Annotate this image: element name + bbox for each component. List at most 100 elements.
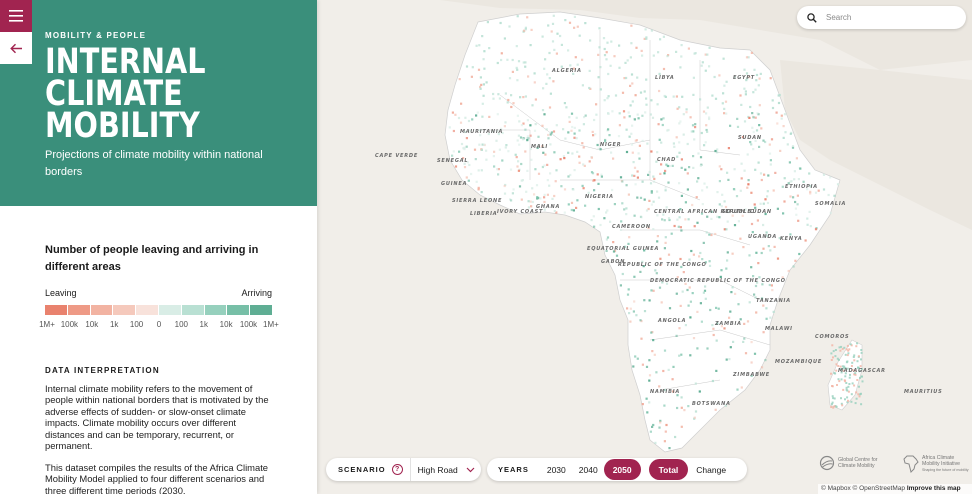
mobility-pixel	[771, 106, 775, 110]
year-2040-button[interactable]: 2040	[573, 459, 604, 480]
mobility-pixel	[454, 113, 457, 116]
mobility-pixel	[657, 51, 660, 54]
help-icon[interactable]: ?	[391, 464, 403, 475]
mobility-pixel	[645, 37, 648, 40]
search-input[interactable]	[826, 13, 956, 22]
mobility-pixel	[762, 304, 765, 307]
total-toggle-button[interactable]: Total	[648, 459, 689, 480]
mobility-pixel	[534, 123, 537, 126]
mobility-pixel	[762, 247, 765, 250]
year-2030-button[interactable]: 2030	[541, 459, 572, 480]
mobility-pixel	[670, 232, 673, 235]
map-label-malawi: MALAWI	[765, 326, 793, 332]
mobility-pixel	[833, 372, 836, 375]
mobility-pixel	[564, 19, 567, 22]
mobility-pixel	[680, 229, 683, 232]
mobility-pixel	[509, 168, 513, 171]
mobility-pixel	[743, 337, 746, 340]
mobility-pixel	[722, 92, 725, 95]
hamburger-icon	[9, 10, 23, 22]
mobility-pixel	[799, 167, 802, 170]
mobility-pixel	[659, 172, 662, 175]
mobility-pixel	[705, 112, 708, 115]
mobility-pixel	[660, 301, 663, 304]
mobility-pixel	[546, 193, 549, 196]
mobility-pixel	[695, 196, 698, 199]
mobility-pixel	[822, 173, 826, 176]
year-2050-button[interactable]: 2050	[603, 459, 641, 480]
mobility-pixel	[710, 217, 713, 220]
mobility-pixel	[725, 112, 728, 115]
gccm-logo[interactable]: Global Centre for Climate Mobility	[819, 455, 890, 471]
scenario-select[interactable]: High Road	[418, 465, 475, 475]
mobility-pixel	[664, 186, 667, 189]
mobility-pixel	[572, 188, 575, 191]
legend-ends: Leaving Arriving	[45, 288, 272, 298]
mobility-pixel	[537, 172, 541, 175]
mobility-pixel	[855, 345, 858, 348]
mobility-pixel	[827, 193, 830, 197]
mobility-pixel	[572, 209, 575, 212]
mobility-pixel	[688, 258, 691, 261]
map-label-somalia: SOMALIA	[815, 201, 846, 207]
mobility-pixel	[646, 411, 649, 414]
mobility-pixel	[723, 327, 726, 330]
mobility-pixel	[666, 55, 669, 58]
legend-tick: 1k	[199, 320, 208, 329]
acmi-logo[interactable]: Africa Climate Mobility Initiative Shapin…	[903, 455, 972, 473]
mobility-pixel	[596, 143, 599, 147]
mobility-pixel	[633, 166, 637, 169]
mobility-pixel	[493, 150, 496, 153]
mobility-pixel	[770, 284, 773, 287]
mobility-pixel	[681, 95, 684, 98]
mobility-pixel	[630, 143, 634, 146]
improve-map-link[interactable]: Improve this map	[907, 485, 961, 492]
mobility-pixel	[743, 68, 746, 71]
mobility-pixel	[727, 147, 730, 150]
mobility-pixel	[769, 316, 772, 319]
mobility-pixel	[569, 64, 572, 67]
mobility-pixel	[855, 391, 858, 394]
mobility-pixel	[656, 151, 659, 154]
mobility-pixel	[740, 386, 743, 389]
mobility-pixel	[503, 192, 507, 195]
mobility-pixel	[705, 124, 708, 127]
mobility-pixel	[742, 246, 745, 249]
map-label-nigeria: NIGERIA	[585, 194, 614, 200]
mobility-pixel	[733, 224, 737, 227]
mobility-pixel	[567, 131, 570, 134]
mobility-pixel	[845, 382, 848, 384]
mobility-pixel	[706, 215, 709, 218]
legend-swatch	[250, 305, 272, 315]
mobility-pixel	[459, 121, 463, 124]
mobility-pixel	[613, 203, 616, 206]
mobility-pixel	[750, 191, 753, 194]
mobility-pixel	[518, 143, 521, 146]
mobility-pixel	[689, 116, 692, 119]
mobility-pixel	[736, 125, 740, 128]
mobility-pixel	[630, 132, 633, 135]
mobility-pixel	[488, 115, 491, 118]
mobility-pixel	[769, 163, 772, 166]
mobility-pixel	[802, 180, 805, 183]
mobility-pixel	[663, 404, 666, 407]
change-toggle-button[interactable]: Change	[690, 459, 732, 480]
mobility-pixel	[844, 375, 847, 378]
mobility-pixel	[796, 203, 799, 206]
mobility-pixel	[498, 97, 501, 100]
back-button[interactable]	[0, 32, 32, 64]
mobility-pixel	[650, 99, 653, 102]
mobility-pixel	[556, 32, 559, 35]
mobility-pixel	[624, 61, 627, 64]
mobility-pixel	[638, 157, 641, 160]
mobility-pixel	[809, 190, 812, 193]
mobility-pixel	[759, 202, 762, 205]
map-label-mauritius: MAURITIUS	[904, 389, 943, 395]
mobility-pixel	[463, 146, 466, 149]
chevron-down-icon	[466, 467, 475, 472]
mobility-pixel	[471, 66, 474, 69]
mobility-pixel	[656, 240, 659, 243]
mobility-pixel	[479, 87, 482, 90]
menu-button[interactable]	[0, 0, 32, 32]
search-box[interactable]	[797, 6, 966, 29]
